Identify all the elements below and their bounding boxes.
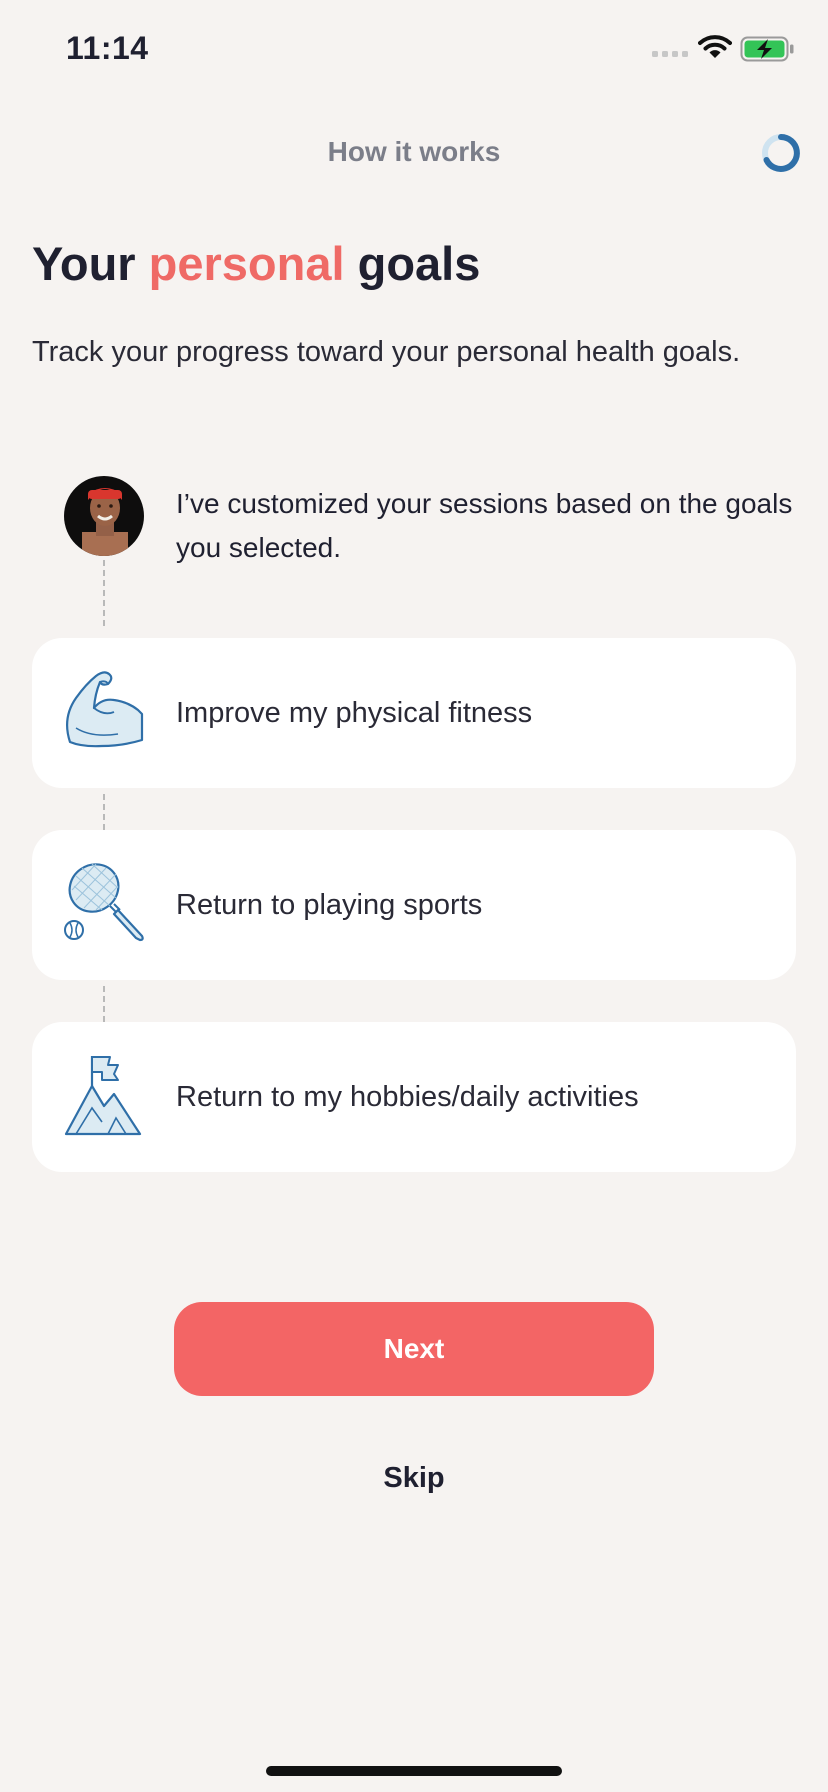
page-title: Your personal goals	[32, 236, 480, 291]
battery-charging-icon	[740, 36, 794, 62]
goal-label: Return to my hobbies/daily activities	[176, 1081, 639, 1113]
progress-ring-icon	[762, 134, 800, 172]
connector-line	[103, 560, 105, 626]
title-prefix: Your	[32, 237, 149, 290]
status-bar: 11:14	[0, 0, 828, 100]
header-title: How it works	[327, 136, 501, 167]
page-subtitle: Track your progress toward your personal…	[32, 336, 741, 368]
goal-card-hobbies: Return to my hobbies/daily activities	[32, 1022, 796, 1172]
title-accent: personal	[148, 237, 345, 290]
status-time: 11:14	[66, 30, 149, 66]
home-indicator[interactable]	[266, 1766, 562, 1776]
avatar	[64, 476, 144, 556]
tennis-racket-icon	[64, 863, 144, 942]
goal-label: Return to playing sports	[176, 889, 483, 921]
coach-message: I’ve customized your sessions based on t…	[32, 476, 802, 576]
next-button[interactable]: Next	[174, 1302, 654, 1396]
header: How it works	[0, 120, 828, 184]
goal-card-sports: Return to playing sports	[32, 830, 796, 980]
wifi-icon	[698, 35, 732, 58]
connector-line	[103, 794, 105, 830]
title-suffix: goals	[344, 237, 481, 290]
mountain-flag-icon	[64, 1056, 142, 1136]
coach-message-text: I’ve customized your sessions based on t…	[176, 488, 793, 563]
goal-label: Improve my physical fitness	[176, 697, 533, 729]
skip-button[interactable]: Skip	[314, 1454, 514, 1502]
goal-card-physical-fitness: Improve my physical fitness	[32, 638, 796, 788]
cellular-signal-icon	[652, 51, 688, 57]
connector-line	[103, 986, 105, 1022]
flexed-arm-icon	[65, 671, 144, 748]
